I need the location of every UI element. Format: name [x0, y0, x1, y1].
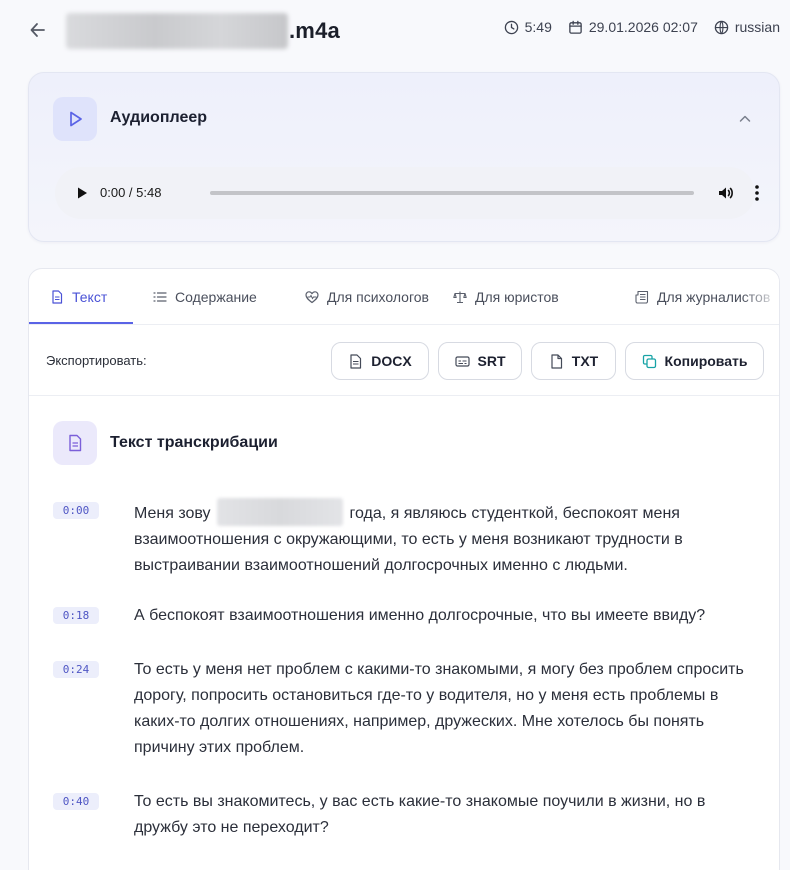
export-label: Экспортировать: [46, 353, 147, 368]
timestamp-badge[interactable]: 0:18 [53, 607, 99, 624]
copy-button[interactable]: Копировать [625, 342, 764, 380]
play-button[interactable] [75, 185, 89, 201]
audio-player-card: Аудиоплеер 0:00 / 5:48 [28, 72, 780, 242]
tab-label: Для юристов [475, 289, 559, 305]
tab-label: Содержание [175, 289, 257, 305]
tab-label: Текст [72, 289, 108, 305]
redacted-filename [66, 13, 288, 49]
volume-icon [719, 187, 733, 199]
tab-text[interactable]: Текст [50, 269, 108, 324]
tab-scroll-fade [741, 269, 779, 324]
transcript-icon-box [53, 421, 97, 465]
export-srt-button[interactable]: SRT [438, 342, 522, 380]
tab-lawyers[interactable]: Для юристов [453, 269, 559, 324]
more-vertical-icon [755, 185, 759, 201]
segment-text: То есть вы знакомитесь, у вас есть какие… [134, 793, 706, 836]
player-time: 0:00 / 5:48 [100, 185, 162, 200]
segment-text: Меня зову года, я являюсь студенткой, бе… [134, 498, 754, 579]
button-label: TXT [571, 353, 599, 369]
button-label: SRT [477, 353, 506, 369]
active-tab-indicator [29, 322, 133, 324]
audio-player-title: Аудиоплеер [110, 109, 208, 126]
play-outline-icon [70, 111, 82, 127]
language-text: russian [734, 19, 780, 35]
export-toolbar: Экспортировать: DOCX SRT TXT Копировать [29, 325, 779, 396]
audio-player: 0:00 / 5:48 [55, 167, 759, 219]
volume-button[interactable] [717, 184, 735, 202]
chevron-up-icon [739, 115, 751, 122]
more-options-button[interactable] [751, 183, 763, 203]
file-extension: .m4a [289, 18, 340, 43]
audio-icon-box [53, 97, 97, 141]
redacted-name [217, 498, 344, 526]
copy-icon [642, 354, 656, 368]
document-icon [350, 353, 362, 369]
transcript-card: Текст Содержание Для психологов Для юрис… [28, 268, 780, 870]
subtitles-icon [454, 355, 470, 367]
segment-text: То есть у меня нет проблем с какими-то з… [134, 661, 744, 756]
play-icon [78, 187, 87, 199]
segment-text-start: Меня зову [134, 505, 211, 522]
progress-slider[interactable] [210, 191, 694, 195]
transcript-title: Текст транскрибации [110, 434, 278, 451]
tab-contents[interactable]: Содержание [153, 269, 257, 324]
export-docx-button[interactable]: DOCX [331, 342, 429, 380]
button-label: DOCX [371, 353, 412, 369]
tab-psychologists[interactable]: Для психологов [305, 269, 429, 324]
document-icon [69, 434, 82, 452]
date-meta: 29.01.2026 02:07 [568, 19, 698, 35]
file-meta: 5:49 29.01.2026 02:07 russian [504, 19, 780, 35]
heart-pulse-icon [305, 291, 319, 304]
calendar-icon [569, 20, 582, 34]
tab-bar: Текст Содержание Для психологов Для юрис… [29, 269, 779, 325]
timestamp-badge[interactable]: 0:40 [53, 793, 99, 810]
timestamp-badge[interactable]: 0:24 [53, 661, 99, 678]
file-icon [551, 353, 562, 369]
export-txt-button[interactable]: TXT [531, 342, 616, 380]
list-icon [153, 292, 167, 302]
tab-label: Для психологов [327, 289, 429, 305]
button-label: Копировать [664, 353, 748, 369]
document-icon [52, 290, 63, 304]
datetime-text: 29.01.2026 02:07 [588, 19, 698, 35]
scales-icon [453, 291, 467, 304]
clock-icon [504, 20, 518, 34]
back-button[interactable] [28, 18, 48, 42]
globe-icon [714, 20, 729, 34]
newspaper-icon [635, 290, 649, 304]
duration-meta: 5:49 [504, 19, 552, 35]
page-header: .m4a 5:49 29.01.2026 02:07 russian [0, 0, 790, 62]
timestamp-badge[interactable]: 0:00 [53, 502, 99, 519]
collapse-button[interactable] [737, 111, 753, 127]
segment-text: А беспокоят взаимоотношения именно долго… [134, 607, 706, 624]
file-title: .m4a [66, 12, 340, 50]
duration-text: 5:49 [524, 19, 552, 35]
arrow-left-icon [30, 23, 45, 37]
language-meta: russian [714, 19, 780, 35]
